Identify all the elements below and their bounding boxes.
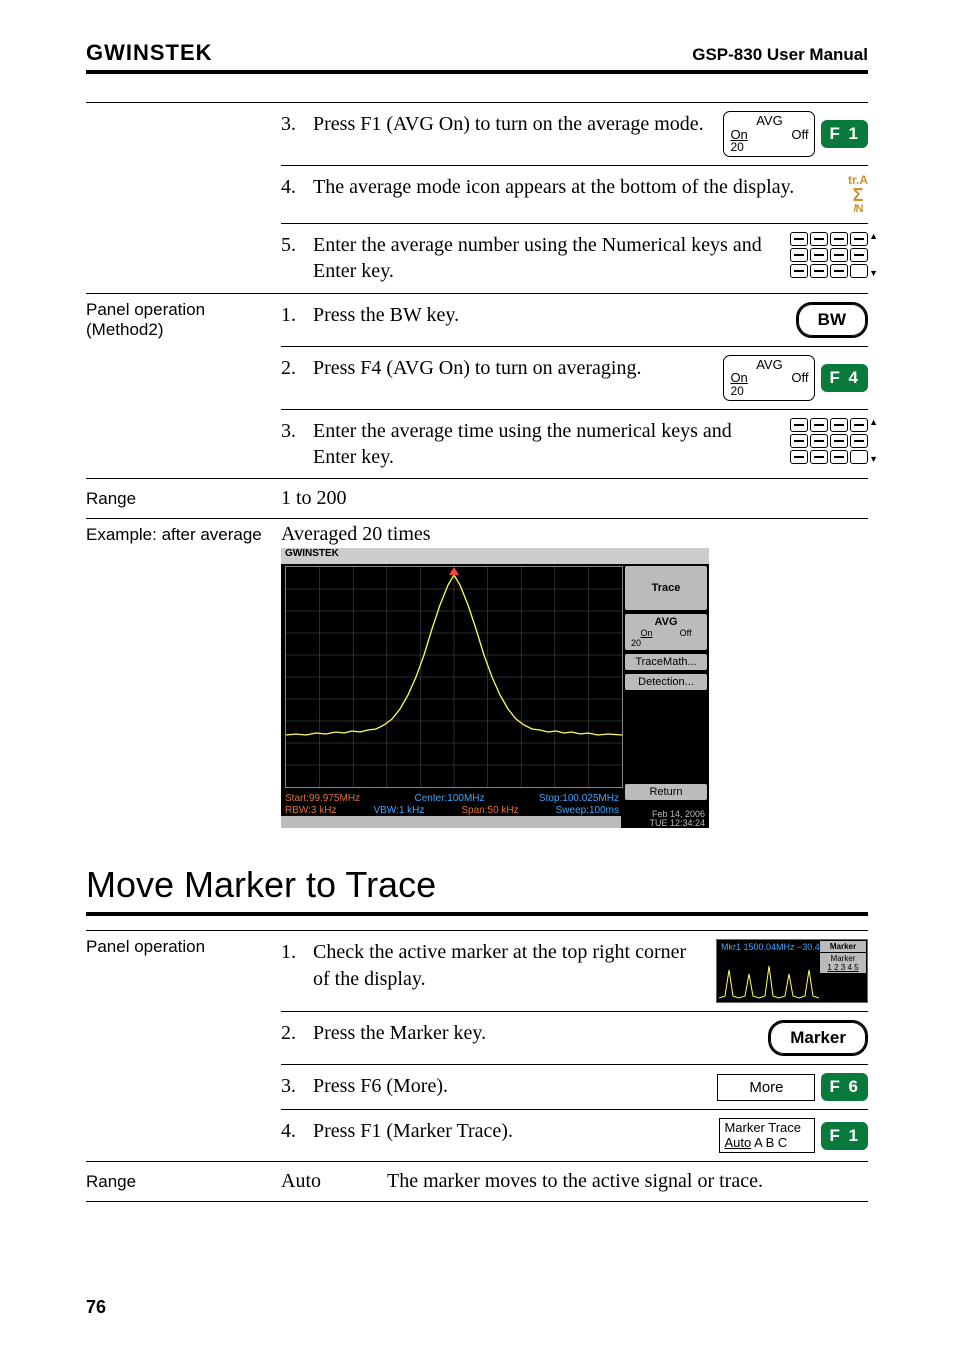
example-caption: Averaged 20 times	[281, 519, 868, 546]
bw-hardkey-icon: BW	[796, 302, 868, 338]
step-number: 5.	[281, 232, 303, 257]
mini-trace	[719, 960, 819, 1000]
step-text: Press the BW key.	[313, 302, 786, 328]
center-freq: Center:100MHz	[414, 793, 484, 804]
panel-operation-label: Panel operation	[86, 931, 271, 957]
step-number: 4.	[281, 174, 303, 199]
instrument-screenshot: GWINSTEK Mkr1 99.9999MHz −30.2dBm Ref:−3…	[281, 548, 709, 828]
example-label: Example: after average	[86, 519, 271, 545]
menu-detection: Detection...	[625, 674, 707, 690]
step-number: 1.	[281, 939, 303, 964]
step-number: 4.	[281, 1118, 303, 1143]
menu-avg: AVG OnOff 20	[625, 614, 707, 650]
left-label-empty	[86, 103, 271, 109]
range-text: The marker moves to the active signal or…	[387, 1170, 868, 1193]
step-text: Check the active marker at the top right…	[313, 939, 706, 992]
step-number: 2.	[281, 1020, 303, 1045]
f4-key-icon: F 4	[821, 364, 868, 392]
f1-key-icon: F 1	[821, 120, 868, 148]
datetime-stamp: Feb 14, 2006TUE 12:34:24	[649, 810, 705, 828]
range-label: Range	[86, 1172, 271, 1192]
start-freq: Start:99.975MHz	[285, 793, 360, 804]
avg-softkey: AVG OnOff 20	[723, 111, 815, 157]
screenshot-brand: GWINSTEK	[281, 548, 709, 564]
avg-softkey: AVG OnOff 20	[723, 355, 815, 401]
step-number: 3.	[281, 418, 303, 443]
range-value: 1 to 200	[281, 487, 347, 510]
section-heading: Move Marker to Trace	[86, 864, 868, 906]
span-label: Span:50 kHz	[461, 805, 518, 816]
manual-title: GSP-830 User Manual	[692, 45, 868, 65]
step-text: Press F1 (Marker Trace).	[313, 1118, 709, 1144]
rbw-label: RBW:3 kHz	[285, 805, 337, 816]
mini-screenshot: Mkr1 1500.04MHz −30.4dBm Marker Marker 1…	[716, 939, 868, 1003]
mini-menu-title: Marker	[820, 941, 866, 952]
mini-menu-sub: Marker 1 2 3 4 5	[820, 953, 866, 973]
f6-key-icon: F 6	[821, 1073, 868, 1101]
range-label: Range	[86, 489, 271, 509]
menu-title: Trace	[625, 566, 707, 610]
avg-mode-icon: tr.A Σ /N	[848, 174, 868, 215]
step-text: The average mode icon appears at the bot…	[313, 174, 838, 200]
trace-plot	[285, 566, 623, 788]
step-number: 3.	[281, 111, 303, 136]
stop-freq: Stop:100.025MHz	[539, 793, 619, 804]
brand-logo: GWINSTEK	[86, 40, 213, 66]
marker-hardkey-icon: Marker	[768, 1020, 868, 1056]
menu-return: Return	[625, 784, 707, 800]
step-text: Press F4 (AVG On) to turn on averaging.	[313, 355, 713, 381]
range-mode: Auto	[281, 1170, 377, 1193]
step-text: Press F6 (More).	[313, 1073, 707, 1099]
more-softkey: More	[717, 1074, 815, 1101]
vbw-label: VBW:1 kHz	[373, 805, 424, 816]
sweep-label: Sweep:100ms	[556, 805, 619, 816]
f1-key-icon: F 1	[821, 1122, 868, 1150]
step-text: Enter the average time using the numeric…	[313, 418, 780, 471]
marker-trace-softkey: Marker Trace Auto A B C	[719, 1118, 815, 1153]
step-text: Press the Marker key.	[313, 1020, 758, 1046]
step-text: Press F1 (AVG On) to turn on the average…	[313, 111, 713, 137]
divider	[86, 1201, 868, 1202]
menu-tracemath: TraceMath...	[625, 654, 707, 670]
step-number: 2.	[281, 355, 303, 380]
step-text: Enter the average number using the Numer…	[313, 232, 780, 285]
numeric-keypad-icon: ▲▼	[790, 232, 868, 278]
status-bar	[281, 816, 621, 828]
step-number: 1.	[281, 302, 303, 327]
step-number: 3.	[281, 1073, 303, 1098]
page-number: 76	[86, 1297, 106, 1318]
numeric-keypad-icon: ▲▼	[790, 418, 868, 464]
panel-operation-method2-label: Panel operation (Method2)	[86, 294, 271, 340]
